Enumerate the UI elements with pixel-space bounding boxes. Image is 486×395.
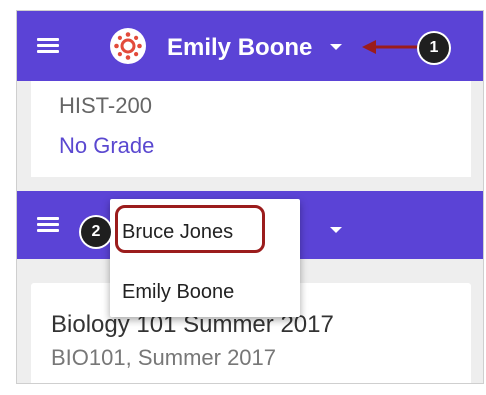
step-2-badge: 2 [81, 217, 111, 247]
canvas-logo-icon [111, 29, 145, 63]
hamburger-icon[interactable] [37, 38, 59, 54]
top-app-bar: Emily Boone 1 [17, 11, 483, 81]
avatar[interactable] [110, 28, 146, 64]
caret-down-icon[interactable] [330, 44, 342, 50]
caret-down-icon[interactable] [330, 227, 342, 233]
course-code: HIST-200 [59, 93, 152, 118]
menu-item-label: Emily Boone [122, 281, 235, 303]
hamburger-icon[interactable] [37, 217, 59, 233]
course-grade[interactable]: No Grade [59, 133, 154, 159]
app-screenshot: Emily Boone 1 HIST-200 No Grade Biology … [16, 10, 484, 384]
course-subtitle: BIO101, Summer 2017 [51, 345, 277, 370]
menu-item-emily-boone[interactable]: Emily Boone [110, 269, 300, 313]
current-user-name[interactable]: Emily Boone [167, 34, 312, 62]
highlight-box [115, 205, 265, 253]
step-1-badge: 1 [419, 33, 449, 63]
course-card[interactable]: HIST-200 No Grade [31, 81, 471, 177]
